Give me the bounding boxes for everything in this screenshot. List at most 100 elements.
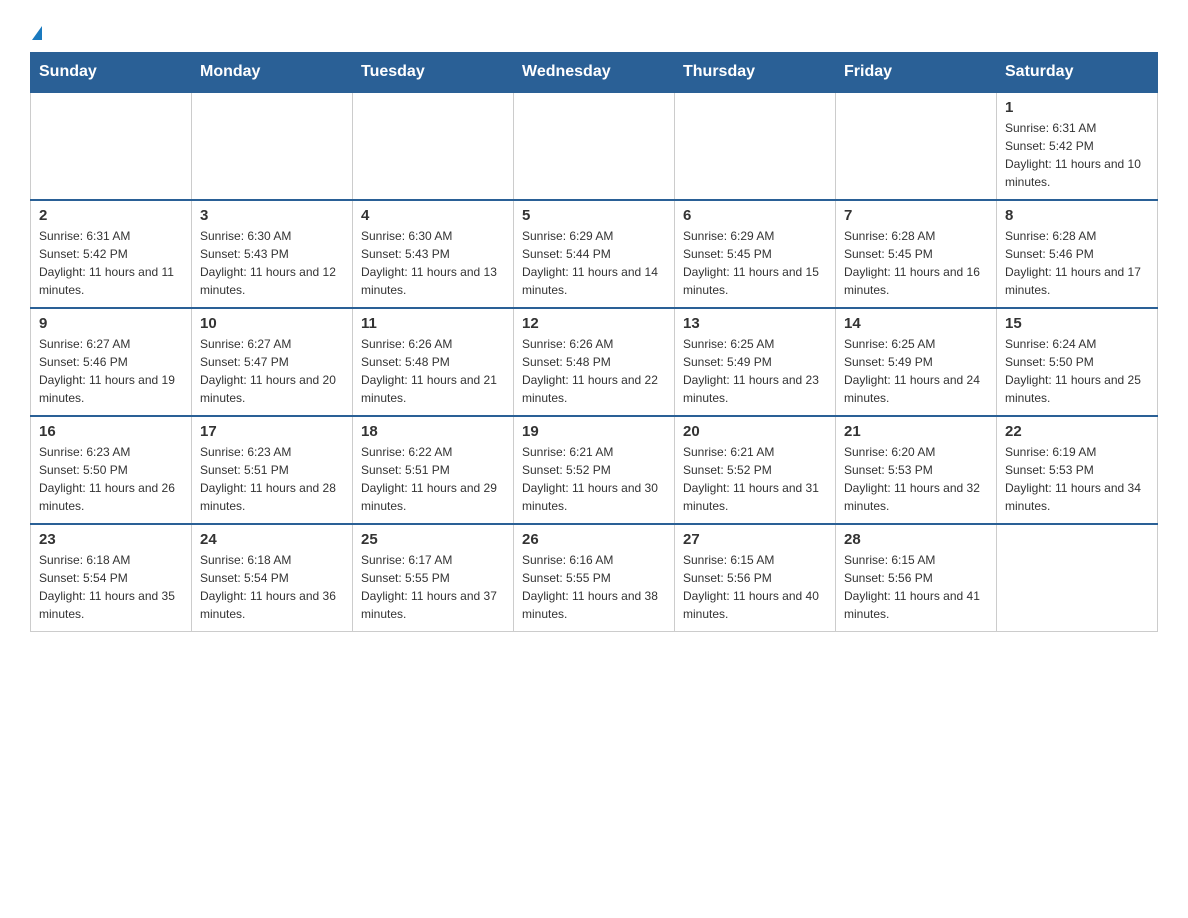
- day-number: 21: [844, 423, 988, 440]
- calendar-cell: [192, 92, 353, 200]
- calendar-cell: 26 Sunrise: 6:16 AM Sunset: 5:55 PM Dayli…: [514, 524, 675, 632]
- day-info: Sunrise: 6:18 AM Sunset: 5:54 PM Dayligh…: [200, 551, 344, 623]
- day-info: Sunrise: 6:28 AM Sunset: 5:45 PM Dayligh…: [844, 227, 988, 299]
- day-number: 17: [200, 423, 344, 440]
- week-row-1: 1 Sunrise: 6:31 AM Sunset: 5:42 PM Daylig…: [31, 92, 1158, 200]
- calendar-cell: 16 Sunrise: 6:23 AM Sunset: 5:50 PM Dayli…: [31, 416, 192, 524]
- day-number: 10: [200, 315, 344, 332]
- logo: [30, 28, 42, 42]
- day-info: Sunrise: 6:23 AM Sunset: 5:50 PM Dayligh…: [39, 443, 183, 515]
- day-number: 25: [361, 531, 505, 548]
- weekday-header-monday: Monday: [192, 53, 353, 93]
- day-info: Sunrise: 6:21 AM Sunset: 5:52 PM Dayligh…: [683, 443, 827, 515]
- week-row-4: 16 Sunrise: 6:23 AM Sunset: 5:50 PM Dayli…: [31, 416, 1158, 524]
- calendar-cell: 17 Sunrise: 6:23 AM Sunset: 5:51 PM Dayli…: [192, 416, 353, 524]
- calendar-cell: [997, 524, 1158, 632]
- day-info: Sunrise: 6:26 AM Sunset: 5:48 PM Dayligh…: [522, 335, 666, 407]
- day-number: 1: [1005, 99, 1149, 116]
- day-number: 6: [683, 207, 827, 224]
- week-row-2: 2 Sunrise: 6:31 AM Sunset: 5:42 PM Daylig…: [31, 200, 1158, 308]
- calendar-cell: 28Sunrise: 6:15 AM Sunset: 5:56 PM Dayli…: [836, 524, 997, 632]
- calendar-cell: 15 Sunrise: 6:24 AM Sunset: 5:50 PM Dayli…: [997, 308, 1158, 416]
- calendar-cell: 12Sunrise: 6:26 AM Sunset: 5:48 PM Dayli…: [514, 308, 675, 416]
- day-info: Sunrise: 6:22 AM Sunset: 5:51 PM Dayligh…: [361, 443, 505, 515]
- day-info: Sunrise: 6:24 AM Sunset: 5:50 PM Dayligh…: [1005, 335, 1149, 407]
- calendar-cell: 24 Sunrise: 6:18 AM Sunset: 5:54 PM Dayli…: [192, 524, 353, 632]
- calendar-cell: 3 Sunrise: 6:30 AM Sunset: 5:43 PM Daylig…: [192, 200, 353, 308]
- week-row-5: 23 Sunrise: 6:18 AM Sunset: 5:54 PM Dayli…: [31, 524, 1158, 632]
- weekday-header-friday: Friday: [836, 53, 997, 93]
- calendar-cell: [353, 92, 514, 200]
- day-number: 9: [39, 315, 183, 332]
- day-info: Sunrise: 6:18 AM Sunset: 5:54 PM Dayligh…: [39, 551, 183, 623]
- calendar-cell: 25 Sunrise: 6:17 AM Sunset: 5:55 PM Dayli…: [353, 524, 514, 632]
- day-number: 24: [200, 531, 344, 548]
- day-number: 28: [844, 531, 988, 548]
- day-info: Sunrise: 6:29 AM Sunset: 5:45 PM Dayligh…: [683, 227, 827, 299]
- calendar-cell: 5Sunrise: 6:29 AM Sunset: 5:44 PM Daylig…: [514, 200, 675, 308]
- day-info: Sunrise: 6:30 AM Sunset: 5:43 PM Dayligh…: [361, 227, 505, 299]
- day-info: Sunrise: 6:27 AM Sunset: 5:47 PM Dayligh…: [200, 335, 344, 407]
- day-info: Sunrise: 6:20 AM Sunset: 5:53 PM Dayligh…: [844, 443, 988, 515]
- day-number: 15: [1005, 315, 1149, 332]
- calendar-table: SundayMondayTuesdayWednesdayThursdayFrid…: [30, 52, 1158, 632]
- calendar-cell: 14Sunrise: 6:25 AM Sunset: 5:49 PM Dayli…: [836, 308, 997, 416]
- calendar-cell: 13 Sunrise: 6:25 AM Sunset: 5:49 PM Dayli…: [675, 308, 836, 416]
- day-info: Sunrise: 6:26 AM Sunset: 5:48 PM Dayligh…: [361, 335, 505, 407]
- day-number: 3: [200, 207, 344, 224]
- day-number: 27: [683, 531, 827, 548]
- page-header: [30, 20, 1158, 42]
- day-info: Sunrise: 6:31 AM Sunset: 5:42 PM Dayligh…: [39, 227, 183, 299]
- day-info: Sunrise: 6:15 AM Sunset: 5:56 PM Dayligh…: [683, 551, 827, 623]
- weekday-header-row: SundayMondayTuesdayWednesdayThursdayFrid…: [31, 53, 1158, 93]
- day-number: 23: [39, 531, 183, 548]
- day-info: Sunrise: 6:16 AM Sunset: 5:55 PM Dayligh…: [522, 551, 666, 623]
- calendar-cell: 2 Sunrise: 6:31 AM Sunset: 5:42 PM Daylig…: [31, 200, 192, 308]
- week-row-3: 9 Sunrise: 6:27 AM Sunset: 5:46 PM Daylig…: [31, 308, 1158, 416]
- calendar-cell: 8 Sunrise: 6:28 AM Sunset: 5:46 PM Daylig…: [997, 200, 1158, 308]
- day-number: 18: [361, 423, 505, 440]
- calendar-cell: 11Sunrise: 6:26 AM Sunset: 5:48 PM Dayli…: [353, 308, 514, 416]
- day-number: 2: [39, 207, 183, 224]
- weekday-header-saturday: Saturday: [997, 53, 1158, 93]
- calendar-cell: 23 Sunrise: 6:18 AM Sunset: 5:54 PM Dayli…: [31, 524, 192, 632]
- calendar-cell: 27 Sunrise: 6:15 AM Sunset: 5:56 PM Dayli…: [675, 524, 836, 632]
- calendar-cell: [675, 92, 836, 200]
- calendar-cell: [514, 92, 675, 200]
- calendar-cell: 19 Sunrise: 6:21 AM Sunset: 5:52 PM Dayli…: [514, 416, 675, 524]
- calendar-cell: [31, 92, 192, 200]
- calendar-cell: 7 Sunrise: 6:28 AM Sunset: 5:45 PM Daylig…: [836, 200, 997, 308]
- calendar-cell: 4 Sunrise: 6:30 AM Sunset: 5:43 PM Daylig…: [353, 200, 514, 308]
- day-info: Sunrise: 6:28 AM Sunset: 5:46 PM Dayligh…: [1005, 227, 1149, 299]
- calendar-cell: 9 Sunrise: 6:27 AM Sunset: 5:46 PM Daylig…: [31, 308, 192, 416]
- day-info: Sunrise: 6:23 AM Sunset: 5:51 PM Dayligh…: [200, 443, 344, 515]
- day-number: 8: [1005, 207, 1149, 224]
- day-info: Sunrise: 6:31 AM Sunset: 5:42 PM Dayligh…: [1005, 119, 1149, 191]
- weekday-header-thursday: Thursday: [675, 53, 836, 93]
- day-number: 26: [522, 531, 666, 548]
- day-info: Sunrise: 6:21 AM Sunset: 5:52 PM Dayligh…: [522, 443, 666, 515]
- day-number: 19: [522, 423, 666, 440]
- day-info: Sunrise: 6:30 AM Sunset: 5:43 PM Dayligh…: [200, 227, 344, 299]
- calendar-cell: 6 Sunrise: 6:29 AM Sunset: 5:45 PM Daylig…: [675, 200, 836, 308]
- calendar-cell: 18 Sunrise: 6:22 AM Sunset: 5:51 PM Dayli…: [353, 416, 514, 524]
- calendar-cell: 20Sunrise: 6:21 AM Sunset: 5:52 PM Dayli…: [675, 416, 836, 524]
- day-info: Sunrise: 6:25 AM Sunset: 5:49 PM Dayligh…: [844, 335, 988, 407]
- day-number: 4: [361, 207, 505, 224]
- day-number: 5: [522, 207, 666, 224]
- day-number: 22: [1005, 423, 1149, 440]
- weekday-header-wednesday: Wednesday: [514, 53, 675, 93]
- weekday-header-tuesday: Tuesday: [353, 53, 514, 93]
- day-number: 7: [844, 207, 988, 224]
- weekday-header-sunday: Sunday: [31, 53, 192, 93]
- day-info: Sunrise: 6:17 AM Sunset: 5:55 PM Dayligh…: [361, 551, 505, 623]
- day-info: Sunrise: 6:25 AM Sunset: 5:49 PM Dayligh…: [683, 335, 827, 407]
- calendar-cell: [836, 92, 997, 200]
- calendar-cell: 10 Sunrise: 6:27 AM Sunset: 5:47 PM Dayli…: [192, 308, 353, 416]
- calendar-cell: 1 Sunrise: 6:31 AM Sunset: 5:42 PM Daylig…: [997, 92, 1158, 200]
- day-info: Sunrise: 6:19 AM Sunset: 5:53 PM Dayligh…: [1005, 443, 1149, 515]
- day-number: 13: [683, 315, 827, 332]
- day-number: 16: [39, 423, 183, 440]
- calendar-cell: 21 Sunrise: 6:20 AM Sunset: 5:53 PM Dayli…: [836, 416, 997, 524]
- day-info: Sunrise: 6:27 AM Sunset: 5:46 PM Dayligh…: [39, 335, 183, 407]
